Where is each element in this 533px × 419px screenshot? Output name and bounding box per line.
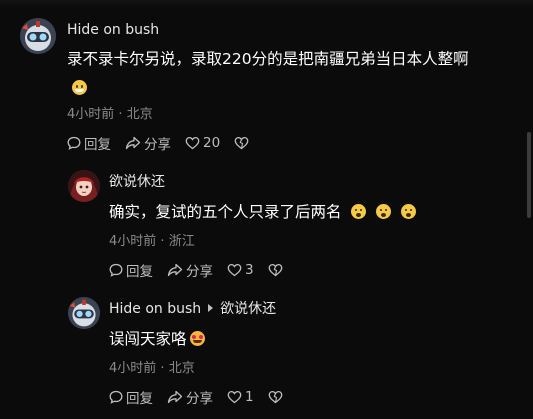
anime-character-avatar-icon (68, 170, 100, 202)
share-arrow-icon (125, 136, 141, 150)
comment-actions: 回复 分享 1 (109, 387, 286, 407)
comment-author[interactable]: Hide on bush (67, 22, 159, 38)
comment-location: 浙江 (168, 234, 195, 249)
share-label: 分享 (186, 264, 213, 280)
comment-location: 北京 (126, 107, 153, 122)
previous-comment-edge (0, 0, 533, 8)
reply-label: 回复 (126, 391, 153, 407)
like-count: 3 (245, 262, 254, 278)
broken-heart-icon (268, 390, 282, 404)
share-arrow-icon (167, 390, 183, 404)
comment-bubble-icon (109, 390, 123, 404)
comment-emoji-line (67, 78, 87, 97)
share-button[interactable]: 分享 (125, 133, 171, 153)
share-button[interactable]: 分享 (167, 260, 213, 280)
share-arrow-icon (167, 263, 183, 277)
comment-meta: 4小时前 · 北京 (67, 103, 153, 122)
robot-avatar-icon (20, 18, 56, 54)
share-label: 分享 (144, 137, 171, 153)
avatar[interactable] (68, 297, 100, 329)
comment-author[interactable]: Hide on bush (109, 301, 201, 317)
comment-body: 误闯天家咯 (109, 327, 205, 351)
like-button[interactable]: 1 (227, 389, 254, 405)
reply-to-arrow-icon (208, 304, 214, 312)
like-count: 1 (245, 389, 254, 405)
reply-button[interactable]: 回复 (67, 133, 111, 153)
fearful-face-emoji-icon (350, 204, 366, 219)
fearful-face-emoji-icon (375, 204, 391, 219)
reply-to-author[interactable]: 欲说休还 (220, 301, 276, 317)
broken-heart-icon (268, 263, 282, 277)
comment-location: 北京 (168, 361, 195, 376)
comment-body: 录不录卡尔另说，录取220分的是把南疆兄弟当日本人整啊 (67, 47, 469, 71)
comment-actions: 回复 分享 20 (67, 133, 252, 153)
share-label: 分享 (186, 391, 213, 407)
avatar[interactable] (20, 18, 56, 54)
robot-avatar-icon (68, 297, 100, 329)
like-count: 20 (203, 135, 221, 151)
heart-icon (227, 390, 242, 404)
dislike-button[interactable] (268, 390, 286, 404)
dislike-button[interactable] (234, 136, 252, 150)
reply-button[interactable]: 回复 (109, 387, 153, 407)
comment-time: 4小时前 (67, 107, 115, 122)
reply-label: 回复 (84, 137, 111, 153)
comment-body: 确实，复试的五个人只录了后两名 (109, 200, 416, 224)
reply-button[interactable]: 回复 (109, 260, 153, 280)
comment-author[interactable]: 欲说休还 (109, 174, 165, 190)
comment-text: 误闯天家咯 (109, 330, 187, 348)
comment-bubble-icon (109, 263, 123, 277)
heart-icon (227, 263, 242, 277)
heart-icon (185, 136, 200, 150)
comment-time: 4小时前 (109, 234, 157, 249)
comment-meta: 4小时前 · 浙江 (109, 230, 195, 249)
reply-label: 回复 (126, 264, 153, 280)
grinning-face-emoji-icon (72, 80, 87, 95)
like-button[interactable]: 3 (227, 262, 254, 278)
dislike-button[interactable] (268, 263, 286, 277)
comment-text: 确实，复试的五个人只录了后两名 (109, 203, 342, 221)
comment-actions: 回复 分享 3 (109, 260, 286, 280)
broken-heart-icon (234, 136, 249, 150)
comment-meta: 4小时前 · 北京 (109, 357, 195, 376)
share-button[interactable]: 分享 (167, 387, 213, 407)
meta-separator: · (156, 234, 169, 249)
comment-bubble-icon (67, 136, 81, 150)
scrollbar-thumb[interactable] (527, 132, 531, 218)
avatar[interactable] (68, 170, 100, 202)
meta-separator: · (114, 107, 127, 122)
fearful-face-emoji-icon (400, 204, 416, 219)
like-button[interactable]: 20 (185, 135, 220, 151)
comment-thread-panel: Hide on bush 录不录卡尔另说，录取220分的是把南疆兄弟当日本人整啊… (0, 0, 533, 419)
heart-eyes-face-emoji-icon (189, 331, 205, 346)
meta-separator: · (156, 361, 169, 376)
comment-text: 录不录卡尔另说，录取220分的是把南疆兄弟当日本人整啊 (67, 50, 469, 68)
comment-time: 4小时前 (109, 361, 157, 376)
